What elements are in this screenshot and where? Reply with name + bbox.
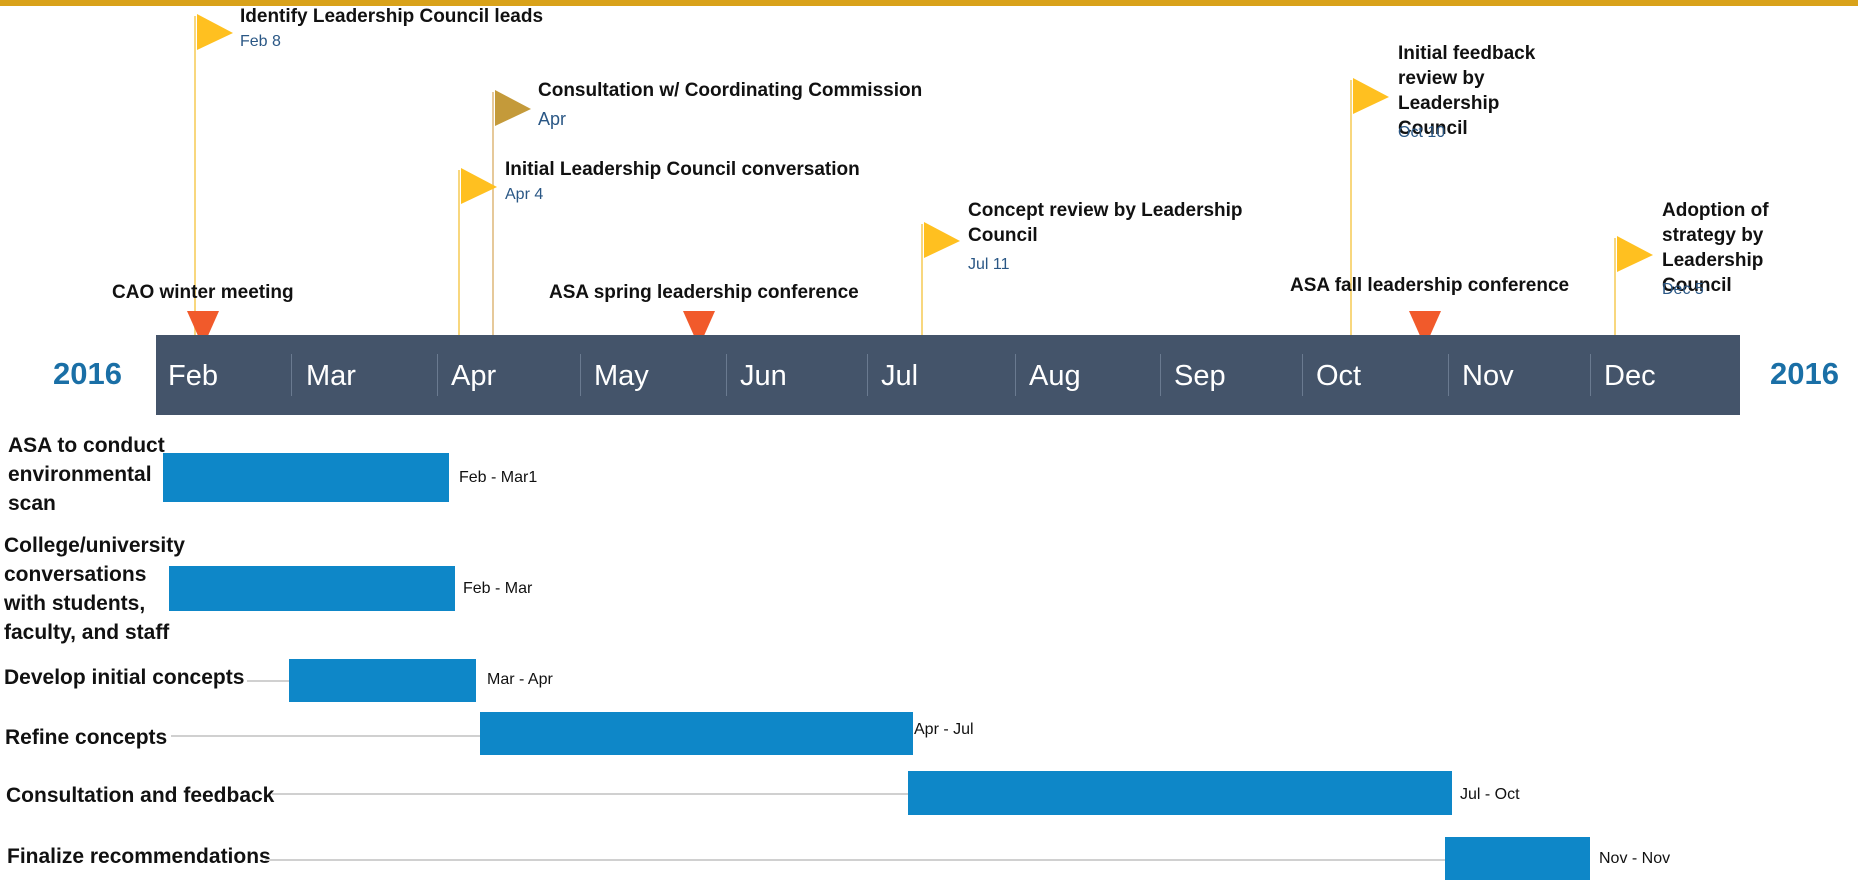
event-label: CAO winter meeting <box>112 282 294 303</box>
milestone-date: Apr 4 <box>505 186 544 203</box>
task-bar <box>163 453 449 502</box>
task-range: Mar - Apr <box>487 671 553 688</box>
milestone-date: Jul 11 <box>968 256 1010 273</box>
flag-icon <box>924 222 960 258</box>
month-label: Oct <box>1316 360 1362 392</box>
milestone-pole <box>492 92 494 335</box>
month-label: Jul <box>881 360 919 392</box>
task-range: Feb - Mar1 <box>459 469 538 486</box>
flag-icon <box>197 14 233 50</box>
milestone-pole <box>921 224 923 335</box>
milestone-date: Dec 5 <box>1662 281 1704 298</box>
month-label: Apr <box>451 360 497 392</box>
milestone-date: Feb 8 <box>240 33 281 50</box>
month-divider <box>1160 354 1161 396</box>
task-label: ASA to conduct environmental scan <box>8 434 165 515</box>
milestone-title: Consultation w/ Coordinating Commission <box>538 80 923 101</box>
milestone-title: Concept review by Leadership Council <box>968 200 1243 246</box>
milestone-title: Identify Leadership Council leads <box>240 6 544 27</box>
month-label: May <box>594 360 649 392</box>
month-label: Feb <box>168 360 218 392</box>
task-bar <box>1445 837 1590 880</box>
task-label: Refine concepts <box>5 726 168 749</box>
month-divider <box>1448 354 1449 396</box>
task-bar <box>480 712 913 755</box>
task-range: Jul - Oct <box>1460 786 1520 803</box>
month-label: Dec <box>1604 360 1656 392</box>
task-range: Feb - Mar <box>463 580 533 597</box>
milestone-pole <box>458 170 460 335</box>
task-leader-line <box>265 859 1445 861</box>
task-bar <box>289 659 476 702</box>
task-label: College/university conversations with st… <box>4 534 185 644</box>
milestone-pole <box>1614 238 1616 335</box>
month-label: Sep <box>1174 360 1226 392</box>
year-end: 2016 <box>1770 356 1839 391</box>
task-leader-line <box>171 735 480 737</box>
event-label: ASA fall leadership conference <box>1290 275 1570 296</box>
task-label: Develop initial concepts <box>4 666 245 689</box>
task-bar <box>169 566 455 611</box>
task-label: Consultation and feedback <box>6 784 275 807</box>
month-divider <box>1590 354 1591 396</box>
month-divider <box>1015 354 1016 396</box>
milestone-date: Apr <box>538 109 567 129</box>
month-label: Nov <box>1462 360 1514 392</box>
flag-icon <box>461 168 497 204</box>
milestone-date: Oct 10 <box>1398 124 1446 141</box>
year-start: 2016 <box>53 356 122 391</box>
task-leader-line <box>272 793 908 795</box>
flag-icon <box>495 90 531 126</box>
flag-icon <box>1353 78 1389 114</box>
task-label: Finalize recommendations <box>7 845 271 868</box>
month-label: Aug <box>1029 360 1081 392</box>
month-divider <box>1302 354 1303 396</box>
task-range: Nov - Nov <box>1599 850 1671 867</box>
month-label: Mar <box>306 360 356 392</box>
flag-icon <box>1617 236 1653 272</box>
month-divider <box>291 354 292 396</box>
month-label: Jun <box>740 360 787 392</box>
task-bar <box>908 771 1452 815</box>
task-leader-line <box>247 680 289 682</box>
milestone-title: Initial Leadership Council conversation <box>505 159 860 180</box>
month-divider <box>437 354 438 396</box>
event-label: ASA spring leadership conference <box>549 282 859 303</box>
month-divider <box>726 354 727 396</box>
task-range: Apr - Jul <box>914 721 974 738</box>
month-divider <box>580 354 581 396</box>
month-divider <box>867 354 868 396</box>
